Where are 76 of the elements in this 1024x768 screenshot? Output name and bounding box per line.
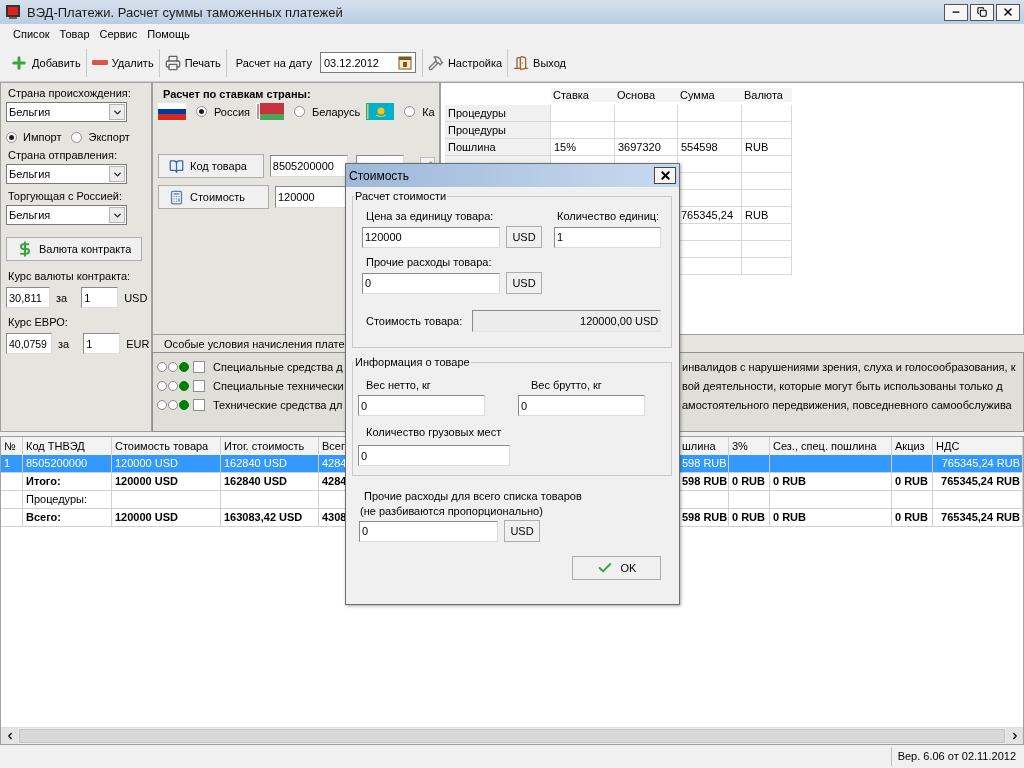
column-header: Итог. стоимость [221, 437, 319, 457]
currency-label: USD [124, 291, 148, 304]
condition-text: амостоятельного передвижения, повседневного самообслужива [682, 399, 1012, 411]
group-title: Информация о товаре [354, 356, 471, 368]
total-field: 120000,00 USD [472, 310, 662, 332]
currency-label: EUR [126, 337, 150, 350]
column-header: Стоимость товара [112, 437, 221, 457]
table-cell: 120000 USD [112, 455, 221, 473]
table-cell: 598 RUB [679, 473, 729, 491]
table-cell: 0 RUB [770, 509, 892, 527]
table-cell: 15% [551, 139, 615, 156]
field-label: Торгующая с Россией: [7, 190, 124, 203]
field-label: Прочие расходы товара: [365, 256, 492, 268]
condition-text: Технические средства дл [213, 399, 344, 411]
table-cell: 0 RUB [892, 473, 933, 491]
table-cell: 162840 USD [221, 473, 319, 491]
condition-text: Специальные средства д [213, 361, 344, 373]
row-header: Пошлина [445, 139, 551, 156]
version-text: Вер. 6.06 от 02.11.2012 [890, 747, 1024, 766]
column-header: Код ТНВЭД [23, 437, 112, 457]
field-label: Стоимость товара: [365, 315, 463, 327]
table-cell: 0 RUB [729, 509, 770, 527]
panel-title: Расчет по ставкам страны: [162, 88, 312, 100]
table-cell: 0 RUB [729, 473, 770, 491]
table-cell: Процедуры: [23, 491, 112, 509]
field-label: (не разбиваются пропорционально) [359, 504, 544, 519]
column-header: 3% [729, 437, 770, 457]
row-header: Процедуры [445, 122, 551, 139]
table-cell: RUB [742, 139, 792, 156]
field-label: Вес нетто, кг [365, 379, 432, 391]
table-cell: 0 RUB [770, 473, 892, 491]
condition-text: Специальные технически [213, 380, 345, 392]
table-cell: 8505200000 [23, 455, 112, 473]
date-label: Расчет на дату [234, 56, 313, 69]
column-header: Основа [615, 88, 678, 102]
row-header: Процедуры [445, 105, 551, 122]
field-label: Курс валюты контракта: [7, 270, 132, 283]
window-title: ВЭД-Платежи. Расчет суммы таможенных платежей [27, 4, 344, 20]
condition-text: вой деятельности, которые могут быть использованы только д [682, 380, 1003, 392]
column-header: Ставка [551, 88, 615, 102]
table-cell: 3697320 [615, 139, 678, 156]
table-cell: 162840 USD [221, 455, 319, 473]
field-label: Количество грузовых мест [365, 426, 502, 438]
per-label: за [58, 337, 70, 350]
field-label: Страна отправления: [7, 149, 118, 162]
field-label: Страна происхождения: [7, 87, 132, 100]
table-cell: 120000 USD [112, 473, 221, 491]
column-header: Сез., спец. пошлина [770, 437, 892, 457]
condition-text: инвалидов с нарушениями зрения, слуха и голосообразования, к [682, 361, 1016, 373]
table-cell: 1 [1, 455, 23, 473]
table-cell: 598 RUB [679, 509, 729, 527]
table-cell: 765345,24 RUB [933, 509, 1023, 527]
table-cell: RUB [742, 207, 792, 224]
table-cell: 120000 USD [112, 509, 221, 527]
column-header: Акциз [892, 437, 933, 457]
per-label: за [56, 291, 68, 304]
field-label: Количество единиц: [556, 210, 660, 222]
table-cell: Итого: [23, 473, 112, 491]
table-cell: 765345,24 RUB [933, 455, 1023, 473]
field-label: Цена за единицу товара: [365, 210, 495, 222]
column-header: № [1, 437, 23, 457]
column-header: Сумма [678, 88, 742, 102]
table-cell: 598 RUB [679, 455, 729, 473]
field-label: Вес брутто, кг [530, 379, 602, 391]
column-header: Валюта [742, 88, 792, 102]
dialog-title: Стоимость [349, 168, 410, 183]
field-label: Курс ЕВРО: [7, 316, 69, 329]
table-cell: Всего: [23, 509, 112, 527]
table-cell: 0 RUB [892, 509, 933, 527]
table-cell: 554598 [678, 139, 742, 156]
field-label: Прочие расходы для всего списка товаров [363, 489, 583, 504]
section-title: Особые условия начисления плате [164, 337, 345, 350]
table-cell: 4284 [319, 455, 347, 473]
column-header: НДС [933, 437, 1023, 457]
table-cell: 163083,42 USD [221, 509, 319, 527]
table-cell: 765345,24 RUB [933, 473, 1023, 491]
